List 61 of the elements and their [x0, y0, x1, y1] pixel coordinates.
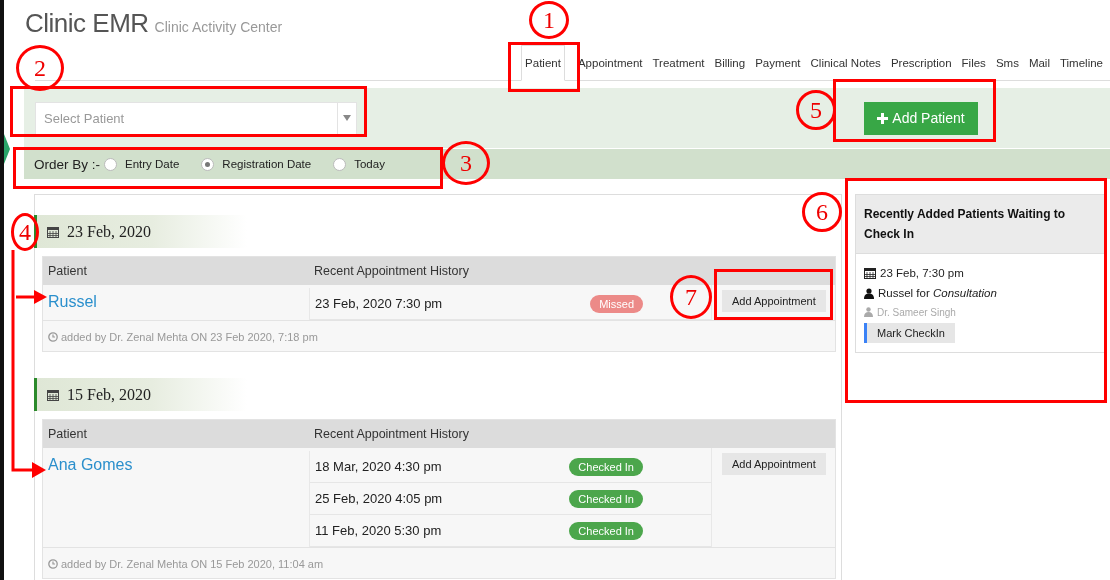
annotation-number: 4	[11, 213, 39, 251]
radio-button[interactable]	[333, 157, 347, 171]
annotation-number: 6	[802, 192, 842, 232]
doctor-icon	[864, 307, 873, 317]
calendar-icon	[47, 225, 59, 238]
column-header: Patient	[47, 427, 88, 441]
status-badge: Checked In	[569, 489, 643, 508]
calendar-icon	[864, 267, 876, 279]
appointment-time: 23 Feb, 7:30 pm	[880, 267, 964, 279]
nav-tab[interactable]: Patient	[521, 45, 565, 81]
column-header: Recent Appointment History	[313, 264, 470, 278]
order-by-label: Order By :-	[34, 156, 100, 172]
date-label: 15 Feb, 2020	[67, 385, 151, 404]
appointment-time: 23 Feb, 2020 7:30 pm	[315, 296, 443, 311]
status-badge: Checked In	[569, 457, 643, 476]
annotation-number: 1	[529, 1, 569, 39]
date-label: 23 Feb, 2020	[67, 222, 151, 241]
status-badge: Missed	[590, 294, 643, 313]
appointment-time: 11 Feb, 2020 5:30 pm	[315, 523, 442, 538]
calendar-icon	[47, 388, 59, 401]
nav-tab[interactable]: Appointment	[572, 45, 648, 80]
app-subtitle: Clinic Activity Center	[154, 19, 283, 35]
annotation-frame	[508, 42, 580, 92]
dropdown-caret-icon	[343, 115, 351, 121]
add-appointment-button[interactable]: Add Appointment	[722, 453, 826, 475]
add-appointment-button[interactable]: Add Appointment	[722, 290, 826, 312]
nav-tab[interactable]: Payment	[750, 45, 806, 80]
clock-icon	[48, 559, 58, 569]
annotation-number: 3	[442, 141, 490, 185]
app-title: Clinic EMR	[25, 8, 149, 39]
mark-checkin-button[interactable]: Mark CheckIn	[864, 323, 955, 343]
nav-tab[interactable]: Billing	[709, 45, 751, 80]
added-by-note: added by Dr. Zenal Mehta ON 23 Feb 2020, 7:18 pm	[61, 331, 318, 343]
pointer-triangle	[4, 134, 10, 164]
clock-icon	[48, 332, 58, 342]
visit-text: Russel for Consultation	[878, 287, 997, 299]
doctor-name: Dr. Sameer Singh	[877, 306, 956, 318]
patient-select-field[interactable]: Select Patient	[35, 101, 337, 135]
added-by-note: added by Dr. Zenal Mehta ON 15 Feb 2020, 11:04 am	[61, 558, 324, 570]
person-icon	[864, 287, 874, 299]
radio-label[interactable]: Today	[354, 158, 385, 170]
status-badge: Checked In	[569, 521, 643, 540]
column-header: Patient	[47, 264, 88, 278]
appointment-time: 18 Mar, 2020 4:30 pm	[315, 459, 442, 474]
nav-tab[interactable]: Prescription	[885, 45, 957, 80]
radio-label[interactable]: Registration Date	[222, 158, 312, 170]
nav-tab[interactable]: Timeline	[1054, 45, 1108, 80]
nav-tab[interactable]: Treatment	[647, 45, 710, 80]
radio-label[interactable]: Entry Date	[125, 158, 180, 170]
card-title: Recently Added Patients Waiting to Check In	[856, 195, 1104, 254]
nav-tab[interactable]: Clinical Notes	[805, 45, 886, 80]
nav-tab[interactable]: Files	[956, 45, 991, 80]
nav-tab[interactable]: Mail	[1023, 45, 1055, 80]
plus-icon	[877, 112, 889, 124]
nav-tab[interactable]: Sms	[990, 45, 1024, 80]
annotation-number: 5	[796, 90, 836, 130]
column-header: Recent Appointment History	[313, 427, 470, 441]
appointment-time: 25 Feb, 2020 4:05 pm	[315, 491, 443, 506]
radio-button[interactable]	[201, 157, 215, 171]
radio-button[interactable]	[104, 157, 117, 171]
annotation-number: 7	[670, 275, 712, 319]
